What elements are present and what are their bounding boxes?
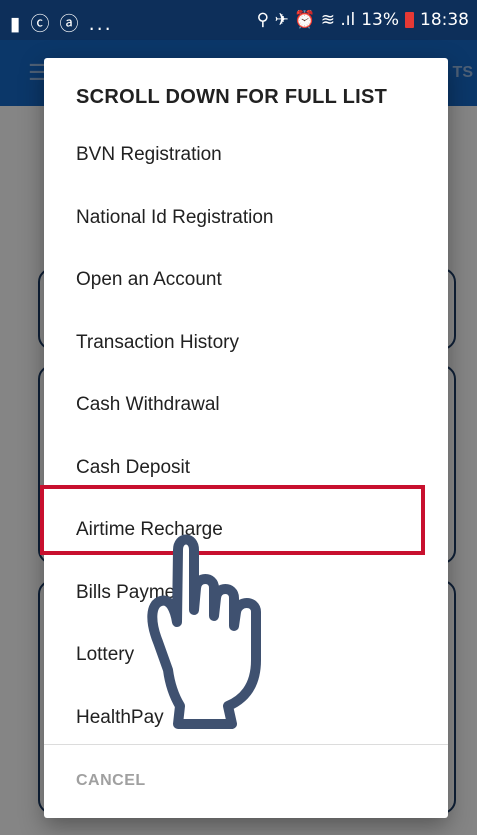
cancel-button[interactable]: CANCEL <box>76 772 146 790</box>
dialog-title: SCROLL DOWN FOR FULL LIST <box>76 86 388 108</box>
menu-item-bvn-registration[interactable]: BVN Registration <box>44 124 448 187</box>
menu-item-transaction-history[interactable]: Transaction History <box>44 312 448 375</box>
menu-item-cash-withdrawal[interactable]: Cash Withdrawal <box>44 374 448 437</box>
dialog-divider <box>44 744 448 745</box>
pointing-hand-icon <box>147 534 261 729</box>
menu-item-national-id-registration[interactable]: National Id Registration <box>44 187 448 250</box>
status-right: ⚲ ✈ ⏰ ≋ .ıl 13% 18:38 <box>257 10 469 30</box>
notification-icons: ▮ ⓒ ⓐ ... <box>10 13 113 35</box>
battery-icon <box>405 12 414 28</box>
status-bar: ▮ ⓒ ⓐ ... ⚲ ✈ ⏰ ≋ .ıl 13% 18:38 <box>0 0 477 40</box>
battery-percent: 13% <box>361 10 399 30</box>
menu-item-open-an-account[interactable]: Open an Account <box>44 249 448 312</box>
system-icons: ⚲ ✈ ⏰ ≋ .ıl <box>256 10 356 30</box>
clock: 18:38 <box>420 10 469 30</box>
